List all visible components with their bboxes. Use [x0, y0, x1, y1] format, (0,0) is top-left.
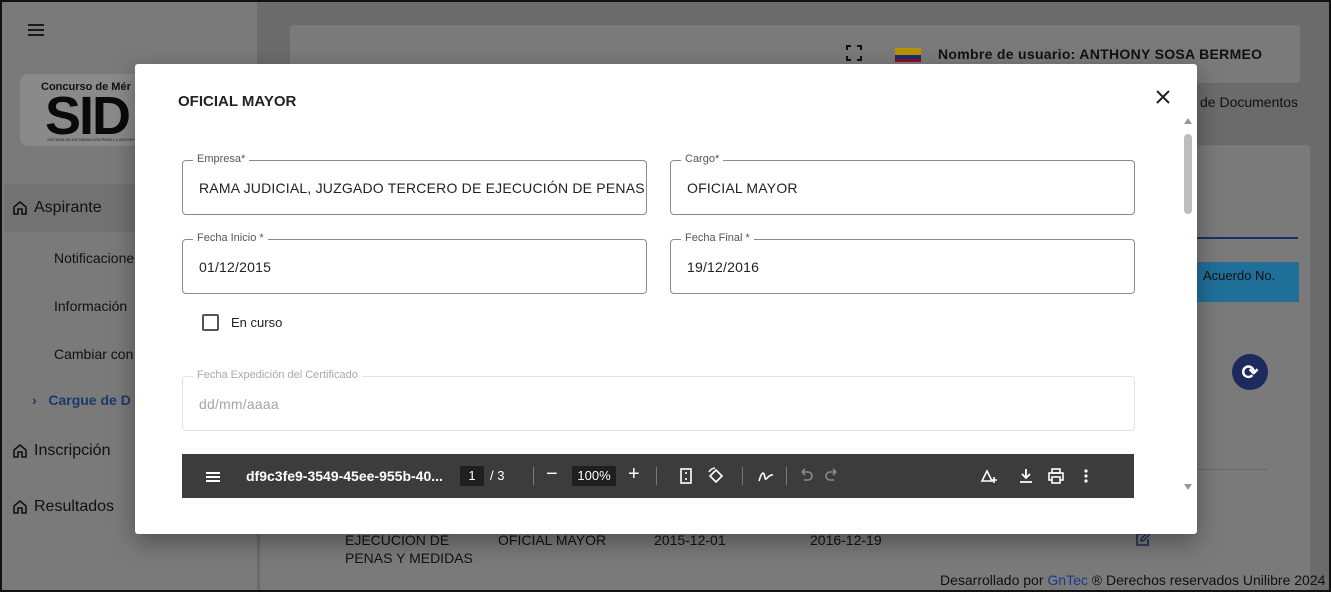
sidebar-sub-cargue[interactable]: › Cargue de D — [32, 392, 131, 408]
fecha-expedicion-label: Fecha Expedición del Certificado — [193, 369, 362, 381]
fecha-expedicion-field: Fecha Expedición del Certificado dd/mm/a… — [182, 369, 1135, 431]
pdf-viewer-toolbar: df9c3fe9-3549-45ee-955b-40... 1 / 3 − 10… — [182, 454, 1134, 498]
en-curso-checkbox[interactable]: En curso — [202, 314, 282, 331]
sidebar-item-label: Inscripción — [34, 442, 111, 459]
undo-icon[interactable] — [796, 466, 816, 486]
empresa-label: Empresa* — [193, 153, 250, 165]
modal-scrollbar[interactable] — [1181, 118, 1195, 490]
sidebar-sub-label: Cargue de D — [48, 392, 131, 408]
fit-page-icon[interactable] — [676, 466, 696, 486]
table-cell-fin: 2016-12-19 — [810, 532, 882, 548]
pdf-menu-icon[interactable] — [206, 472, 220, 482]
zoom-level[interactable]: 100% — [572, 466, 616, 486]
toolbar-divider — [656, 467, 657, 485]
fecha-final-label: Fecha Final * — [681, 232, 754, 244]
cargo-label: Cargo* — [681, 153, 724, 165]
redo-icon[interactable] — [822, 466, 842, 486]
home-icon — [13, 499, 27, 514]
sidebar-sub-informacion[interactable]: Información — [54, 298, 127, 314]
scroll-thumb[interactable] — [1184, 134, 1192, 214]
more-options-icon[interactable] — [1076, 466, 1096, 486]
footer-link[interactable]: GnTec — [1047, 572, 1087, 588]
sidebar-item-label: Aspirante — [34, 199, 102, 216]
toolbar-divider — [533, 467, 534, 485]
sidebar-item-label: Resultados — [34, 498, 115, 515]
empresa-value[interactable]: RAMA JUDICIAL, JUZGADO TERCERO DE EJECUC… — [199, 180, 644, 196]
print-icon[interactable] — [1046, 466, 1066, 486]
pdf-file-name: df9c3fe9-3549-45ee-955b-40... — [246, 468, 443, 484]
scroll-up-arrow-icon[interactable] — [1184, 118, 1192, 124]
sidebar-item-inscripcion[interactable]: Inscripción — [12, 442, 110, 460]
cargo-value[interactable]: OFICIAL MAYOR — [687, 180, 798, 196]
username-label: Nombre de usuario: ANTHONY SOSA BERMEO — [938, 46, 1263, 62]
fecha-expedicion-placeholder: dd/mm/aaaa — [199, 396, 279, 412]
fullscreen-icon[interactable] — [846, 45, 862, 61]
refresh-button[interactable]: ⟳ — [1232, 354, 1268, 390]
experience-modal: OFICIAL MAYOR Empresa* RAMA JUDICIAL, JU… — [135, 64, 1197, 534]
acuerdo-header: Acuerdo No. — [1197, 262, 1299, 302]
chevron-right-icon: › — [32, 392, 37, 408]
active-tab-indicator — [1197, 237, 1298, 239]
toolbar-divider — [786, 467, 787, 485]
table-cell-empresa: EJECUCION DE — [345, 532, 450, 548]
colombia-flag-icon — [895, 48, 921, 62]
sidebar-item-resultados[interactable]: Resultados — [12, 498, 114, 516]
rotate-icon[interactable] — [706, 466, 726, 486]
table-cell-inicio: 2015-12-01 — [654, 532, 726, 548]
toolbar-divider — [742, 467, 743, 485]
menu-toggle-icon[interactable] — [28, 24, 44, 38]
scroll-down-arrow-icon[interactable] — [1184, 484, 1192, 490]
table-cell-cargo: OFICIAL MAYOR — [498, 532, 607, 548]
footer: Desarrollado por GnTec ® Derechos reserv… — [940, 572, 1325, 588]
footer-copyright: ® Derechos reservados Unilibre 2024 — [1087, 572, 1326, 588]
checkbox-box[interactable] — [202, 314, 219, 331]
draw-icon[interactable] — [756, 466, 776, 486]
sidebar-sub-cambiar[interactable]: Cambiar con — [54, 346, 133, 362]
table-cell-empresa-line2: PENAS Y MEDIDAS — [345, 550, 473, 566]
home-icon — [13, 200, 27, 215]
divider — [1197, 469, 1267, 470]
pdf-page-input[interactable]: 1 — [460, 466, 484, 486]
modal-title: OFICIAL MAYOR — [178, 93, 297, 110]
logo-wordmark: SID — [45, 86, 131, 146]
en-curso-label: En curso — [231, 315, 283, 330]
pdf-page-total: / 3 — [490, 468, 505, 483]
cargo-field[interactable]: Cargo* OFICIAL MAYOR — [670, 153, 1135, 215]
close-icon[interactable] — [1154, 88, 1172, 106]
home-icon — [13, 443, 27, 458]
fecha-final-field[interactable]: Fecha Final * 19/12/2016 — [670, 232, 1135, 294]
footer-text: Desarrollado por — [940, 572, 1048, 588]
fecha-inicio-label: Fecha Inicio * — [193, 232, 268, 244]
download-icon[interactable] — [1016, 466, 1036, 486]
sidebar-sub-notificaciones[interactable]: Notificacione — [54, 250, 134, 266]
add-to-drive-icon[interactable] — [978, 466, 998, 486]
fecha-final-value[interactable]: 19/12/2016 — [687, 259, 759, 275]
refresh-icon: ⟳ — [1241, 361, 1259, 384]
empresa-field[interactable]: Empresa* RAMA JUDICIAL, JUZGADO TERCERO … — [182, 153, 647, 215]
fecha-inicio-value[interactable]: 01/12/2015 — [199, 259, 271, 275]
zoom-out-button[interactable]: − — [546, 463, 558, 486]
logo-subtitle: SISTEMA DE INFORMACIÓN PARA LA INSCRIPCI… — [47, 137, 146, 142]
zoom-in-button[interactable]: + — [628, 463, 640, 486]
breadcrumb: de Documentos — [1200, 94, 1299, 110]
fecha-inicio-field[interactable]: Fecha Inicio * 01/12/2015 — [182, 232, 647, 294]
